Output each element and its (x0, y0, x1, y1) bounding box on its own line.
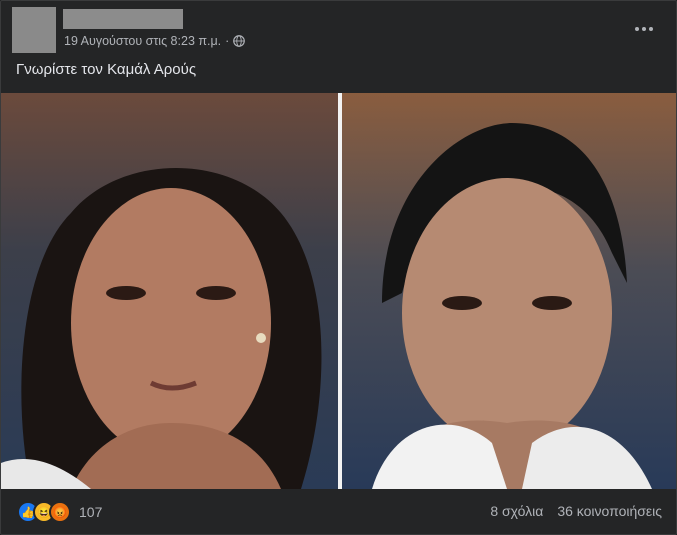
more-dot-icon (649, 27, 653, 31)
portrait-man (372, 123, 652, 489)
photo-left-portrait (1, 93, 338, 489)
post-meta: 19 Αυγούστου στις 8:23 π.μ. · (64, 34, 246, 48)
reaction-icons: 👍 😆 😡 (17, 501, 71, 523)
timestamp[interactable]: 19 Αυγούστου στις 8:23 π.μ. (64, 34, 221, 48)
author-name-redacted[interactable] (63, 9, 183, 29)
portrait-woman (1, 168, 322, 489)
avatar[interactable] (12, 7, 56, 53)
post-photo[interactable] (1, 93, 676, 489)
globe-icon (233, 35, 246, 47)
post-caption: Γνωρίστε τον Καμάλ Αρούς (16, 61, 197, 78)
more-options-button[interactable] (632, 19, 656, 39)
comments-count[interactable]: 8 σχόλια (490, 503, 543, 519)
photo-right-portrait (342, 93, 676, 489)
shares-count[interactable]: 36 κοινοποιήσεις (557, 503, 662, 519)
more-dot-icon (642, 27, 646, 31)
engagement-counts: 8 σχόλια 36 κοινοποιήσεις (490, 503, 662, 519)
post-card: 19 Αυγούστου στις 8:23 π.μ. · Γνωρίστε τ… (0, 0, 677, 535)
angry-icon: 😡 (49, 501, 71, 523)
meta-separator: · (225, 34, 230, 48)
reactions-summary[interactable]: 👍 😆 😡 107 (17, 501, 102, 523)
reaction-count[interactable]: 107 (79, 504, 102, 520)
more-dot-icon (635, 27, 639, 31)
